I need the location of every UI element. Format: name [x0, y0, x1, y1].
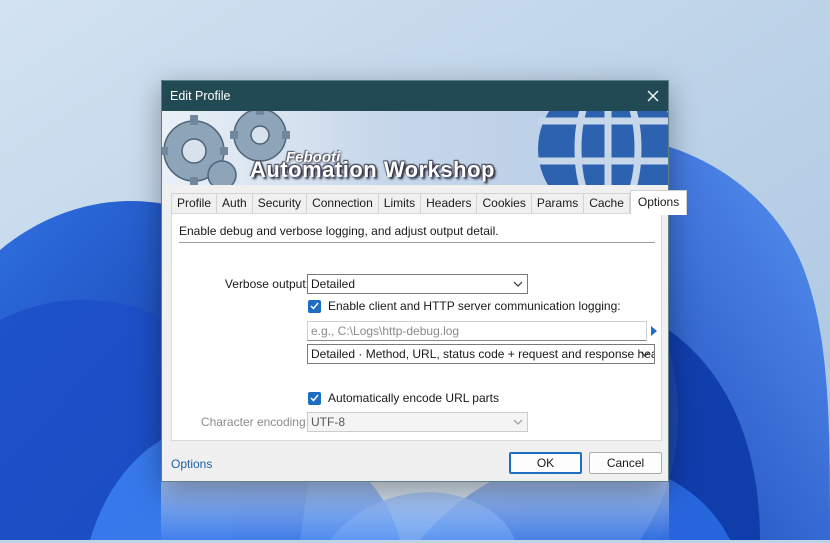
- options-help-link[interactable]: Options: [171, 457, 212, 471]
- encode-checkbox[interactable]: [308, 391, 321, 405]
- options-panel: Enable debug and verbose logging, and ad…: [171, 213, 662, 441]
- close-icon: [647, 90, 659, 102]
- tab-cache[interactable]: Cache: [583, 193, 630, 214]
- chevron-down-icon: [640, 351, 650, 357]
- encode-checkbox-row[interactable]: Automatically encode URL parts: [308, 391, 499, 405]
- encode-checkbox-label: Automatically encode URL parts: [328, 391, 499, 405]
- tab-profile[interactable]: Profile: [171, 193, 217, 214]
- log-detail-select[interactable]: Detailed · Method, URL, status code + re…: [307, 344, 655, 364]
- chevron-down-icon: [513, 419, 523, 425]
- logging-checkbox[interactable]: [308, 299, 321, 313]
- title-bar[interactable]: Edit Profile: [162, 81, 668, 111]
- tab-cookies[interactable]: Cookies: [476, 193, 531, 214]
- play-arrow-icon[interactable]: [649, 324, 659, 338]
- tab-limits[interactable]: Limits: [377, 193, 421, 214]
- character-encoding-label: Character encoding:: [200, 415, 309, 429]
- tab-connection[interactable]: Connection: [306, 193, 378, 214]
- verbose-output-select[interactable]: Detailed: [307, 274, 528, 294]
- character-encoding-value: UTF-8: [311, 415, 345, 429]
- verbose-output-label: Verbose output:: [224, 277, 309, 291]
- edit-profile-dialog: Edit Profile Febooti Automation Workshop…: [161, 80, 688, 482]
- window-title: Edit Profile: [170, 89, 231, 103]
- log-file-path-input[interactable]: e.g., C:\Logs\http-debug.log: [307, 321, 647, 341]
- tab-strip: Profile Auth Security Connection Limits …: [171, 190, 688, 215]
- chevron-down-icon: [513, 281, 523, 287]
- cancel-button[interactable]: Cancel: [589, 452, 662, 474]
- tab-headers[interactable]: Headers: [420, 193, 477, 214]
- panel-description: Enable debug and verbose logging, and ad…: [179, 224, 499, 238]
- logging-checkbox-label: Enable client and HTTP server communicat…: [328, 299, 621, 313]
- ok-button[interactable]: OK: [509, 452, 582, 474]
- tab-auth[interactable]: Auth: [216, 193, 252, 214]
- character-encoding-select[interactable]: UTF-8: [307, 412, 528, 432]
- checkmark-icon: [310, 302, 319, 310]
- tab-options[interactable]: Options: [629, 190, 688, 215]
- tab-params[interactable]: Params: [530, 193, 584, 214]
- close-button[interactable]: [638, 81, 668, 111]
- tab-security[interactable]: Security: [251, 193, 307, 214]
- logging-checkbox-row[interactable]: Enable client and HTTP server communicat…: [308, 299, 621, 313]
- log-detail-value: Detailed · Method, URL, status code + re…: [311, 347, 655, 361]
- product-banner: Febooti Automation Workshop: [162, 111, 668, 185]
- brand-name-large: Automation Workshop: [250, 157, 495, 182]
- verbose-output-value: Detailed: [311, 277, 356, 291]
- description-divider: [179, 242, 655, 243]
- window-reflection: [161, 482, 669, 540]
- checkmark-icon: [310, 394, 319, 402]
